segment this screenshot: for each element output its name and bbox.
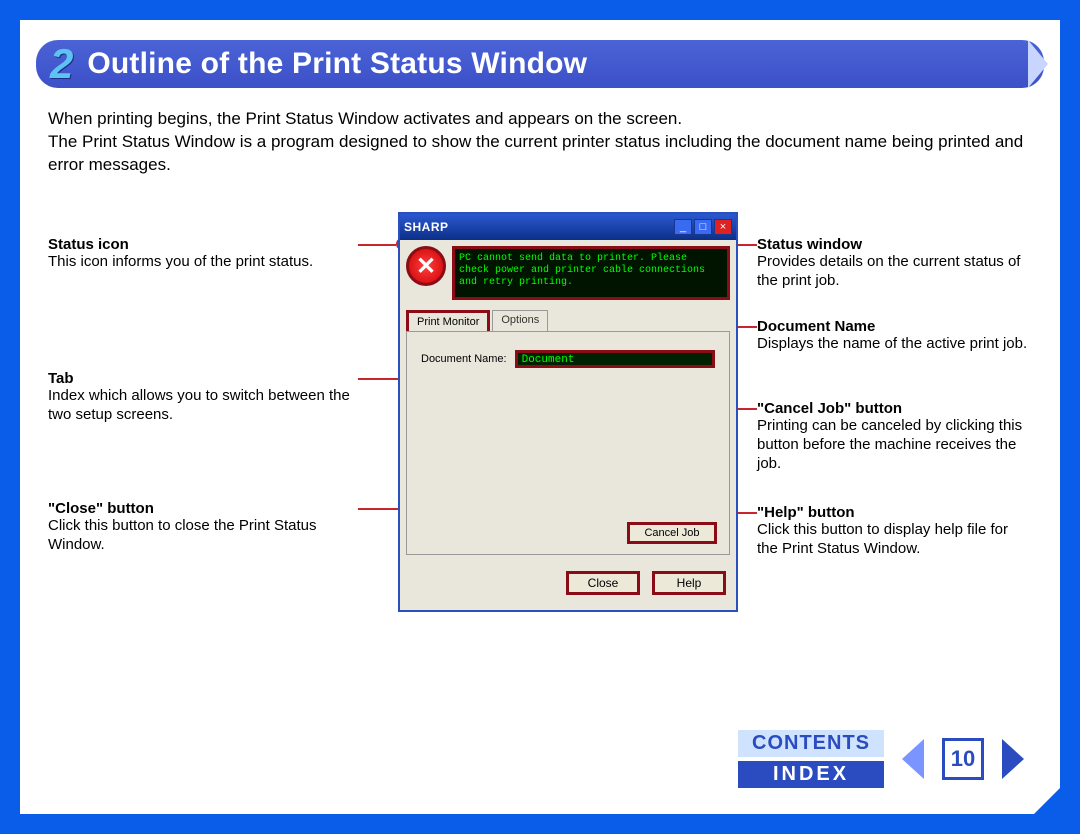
section-title-bar: 2 Outline of the Print Status Window (36, 40, 1044, 88)
maximize-icon[interactable]: □ (694, 219, 712, 235)
index-link[interactable]: INDEX (738, 761, 884, 788)
page-number: 10 (942, 738, 984, 780)
status-message-panel: PC cannot send data to printer. Please c… (452, 246, 730, 300)
page-corner-fold-icon (1034, 788, 1060, 814)
window-close-icon[interactable]: × (714, 219, 732, 235)
tab-print-monitor[interactable]: Print Monitor (406, 310, 490, 331)
cancel-job-button[interactable]: Cancel Job (627, 522, 717, 544)
callout-status-window: Status window Provides details on the cu… (757, 236, 1032, 295)
dialog-button-row: Close Help (400, 561, 736, 605)
window-titlebar: SHARP _ □ × (400, 214, 736, 240)
document-name-field: Document (515, 350, 715, 368)
minimize-icon[interactable]: _ (674, 219, 692, 235)
window-titlebar-icons: _ □ × (674, 219, 732, 235)
callout-status-icon: Status icon This icon informs you of the… (48, 236, 358, 276)
chevron-right-icon (1028, 40, 1048, 88)
callout-document-name: Document Name Displays the name of the a… (757, 318, 1032, 358)
intro-paragraph: When printing begins, the Print Status W… (48, 108, 1032, 177)
tab-options[interactable]: Options (492, 310, 548, 331)
callout-help-button: "Help" button Click this button to displ… (757, 504, 1032, 563)
close-button[interactable]: Close (566, 571, 640, 595)
status-error-icon: ✕ (406, 246, 446, 286)
section-heading: Outline of the Print Status Window (87, 47, 587, 81)
document-name-row: Document Name: Document (421, 350, 715, 368)
print-status-window: SHARP _ □ × ✕ PC cannot send data to pri… (398, 212, 738, 612)
status-area: ✕ PC cannot send data to printer. Please… (400, 240, 736, 306)
brand-label: SHARP (404, 220, 449, 234)
next-page-icon[interactable] (1002, 739, 1024, 779)
footer-nav: CONTENTS INDEX 10 (738, 730, 1024, 788)
tab-strip: Print Monitor Options (406, 310, 730, 331)
callout-tab: Tab Index which allows you to switch bet… (48, 370, 358, 429)
document-name-label: Document Name: (421, 353, 507, 365)
section-number: 2 (50, 40, 73, 88)
callout-cancel-job: "Cancel Job" button Printing can be canc… (757, 400, 1032, 477)
contents-index-block: CONTENTS INDEX (738, 730, 884, 788)
tab-body: Document Name: Document Cancel Job (406, 331, 730, 555)
help-button[interactable]: Help (652, 571, 726, 595)
prev-page-icon[interactable] (902, 739, 924, 779)
manual-page: 2 Outline of the Print Status Window Whe… (18, 18, 1062, 816)
callout-close-button: "Close" button Click this button to clos… (48, 500, 358, 559)
contents-link[interactable]: CONTENTS (738, 730, 884, 757)
